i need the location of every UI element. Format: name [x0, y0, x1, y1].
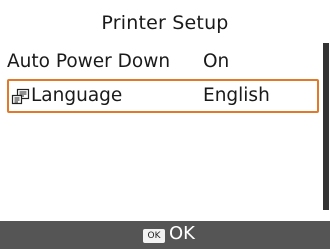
setting-auto-power-down[interactable]: Auto Power Down On [7, 45, 319, 79]
setting-label: Language [31, 85, 123, 106]
scrollbar[interactable] [323, 43, 329, 210]
setting-language[interactable]: Language English [7, 79, 319, 113]
printer-setup-screen: Printer Setup Auto Power Down On Languag… [0, 0, 330, 249]
page-title: Printer Setup [101, 12, 229, 34]
setting-label: Auto Power Down [7, 51, 171, 72]
ok-key-icon: OK [143, 229, 165, 243]
footer-bar: OK OK [0, 221, 330, 249]
setting-value: English [203, 85, 270, 106]
language-icon [11, 87, 31, 107]
setting-value: On [203, 51, 230, 72]
ok-action-label[interactable]: OK [169, 223, 195, 244]
